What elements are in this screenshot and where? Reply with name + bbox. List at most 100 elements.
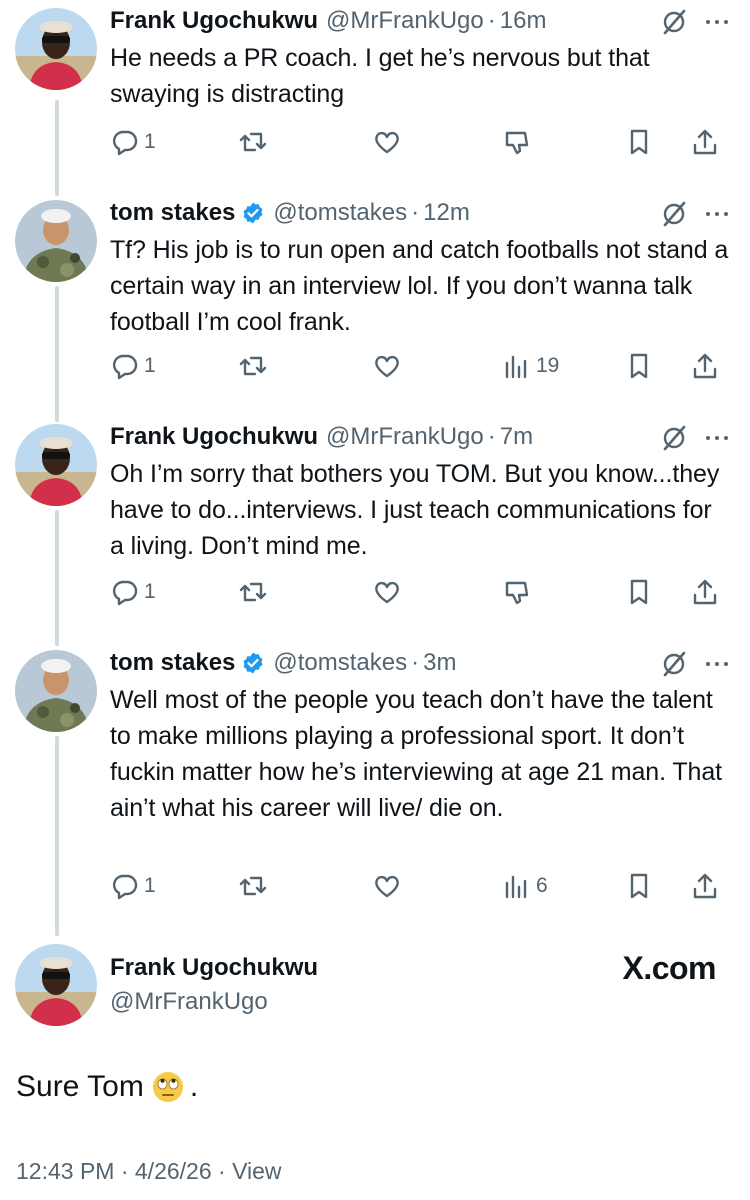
author-handle[interactable]: @MrFrankUgo xyxy=(326,423,484,451)
thread-line xyxy=(55,510,59,646)
avatar[interactable] xyxy=(15,200,97,282)
avatar[interactable] xyxy=(15,424,97,506)
separator-dot: · xyxy=(411,649,420,676)
views-count: 19 xyxy=(536,354,560,377)
more-icon[interactable] xyxy=(702,426,732,450)
share-button[interactable] xyxy=(690,346,720,386)
bookmark-button[interactable] xyxy=(624,346,654,386)
author-name[interactable]: tom stakes xyxy=(110,649,235,677)
repost-icon xyxy=(239,876,267,896)
repost-button[interactable] xyxy=(238,122,268,162)
reply-button[interactable]: 1 xyxy=(110,572,156,612)
reply-count: 1 xyxy=(144,354,156,377)
grok-icon[interactable] xyxy=(660,650,688,678)
share-icon xyxy=(693,873,717,899)
avatar[interactable] xyxy=(15,650,97,732)
tweet-text-tail: . xyxy=(189,1070,199,1103)
like-button[interactable] xyxy=(372,122,402,162)
heart-icon xyxy=(375,131,399,154)
tweet-time[interactable]: 12m xyxy=(423,199,470,227)
like-button[interactable] xyxy=(372,572,402,612)
share-icon xyxy=(693,353,717,379)
action-bar: 1 19 xyxy=(110,346,732,386)
grok-icon[interactable] xyxy=(660,8,688,36)
thread-line xyxy=(55,286,59,422)
action-bar: 1 6 xyxy=(110,866,732,906)
action-bar: 1 xyxy=(110,572,732,612)
views-icon xyxy=(505,875,527,899)
action-bar: 1 xyxy=(110,122,732,162)
repost-button[interactable] xyxy=(238,866,268,906)
reply-icon xyxy=(112,354,138,380)
views-button[interactable]: 6 xyxy=(502,866,548,906)
tweet-text: He needs a PR coach. I get he’s nervous … xyxy=(110,44,650,108)
repost-button[interactable] xyxy=(238,346,268,386)
bookmark-icon xyxy=(630,579,648,605)
author-name[interactable]: Frank Ugochukwu xyxy=(110,7,318,35)
reply-count: 1 xyxy=(144,580,156,603)
bookmark-icon xyxy=(630,129,648,155)
downvote-button[interactable] xyxy=(502,572,532,612)
reply-count: 1 xyxy=(144,130,156,153)
verified-badge-icon xyxy=(243,652,263,674)
tweet-text: Well most of the people you teach don’t … xyxy=(110,686,722,822)
rolling-eyes-emoji-icon xyxy=(152,1072,183,1102)
verified-badge-icon xyxy=(243,202,263,224)
x-logo: X.com xyxy=(622,950,716,986)
grok-icon[interactable] xyxy=(660,200,688,228)
tweet-time[interactable]: 16m xyxy=(500,7,547,35)
views-icon xyxy=(505,355,527,379)
more-icon[interactable] xyxy=(702,202,732,226)
tweet-text: Tf? His job is to run open and catch foo… xyxy=(110,236,729,336)
avatar[interactable] xyxy=(15,8,97,90)
bookmark-button[interactable] xyxy=(624,122,654,162)
tweet-time[interactable]: 3m xyxy=(423,649,456,677)
tweet-text: Sure Tom . xyxy=(16,1070,198,1104)
separator-dot: · xyxy=(487,423,496,450)
like-button[interactable] xyxy=(372,866,402,906)
author-handle[interactable]: @MrFrankUgo xyxy=(326,7,484,35)
heart-icon xyxy=(375,581,399,604)
reply-button[interactable]: 1 xyxy=(110,866,156,906)
reply-icon xyxy=(112,130,138,156)
more-icon[interactable] xyxy=(702,10,732,34)
like-button[interactable] xyxy=(372,346,402,386)
repost-icon xyxy=(239,582,267,602)
reply-button[interactable]: 1 xyxy=(110,122,156,162)
downvote-button[interactable] xyxy=(502,122,532,162)
author-handle[interactable]: @MrFrankUgo xyxy=(110,988,268,1016)
author-name[interactable]: Frank Ugochukwu xyxy=(110,954,318,982)
thread-line xyxy=(55,736,59,936)
grok-icon[interactable] xyxy=(660,424,688,452)
reply-button[interactable]: 1 xyxy=(110,346,156,386)
heart-icon xyxy=(375,355,399,378)
reply-icon xyxy=(112,580,138,606)
views-button[interactable]: 19 xyxy=(502,346,559,386)
tweet-text: Oh I’m sorry that bothers you TOM. But y… xyxy=(110,460,720,560)
author-name[interactable]: Frank Ugochukwu xyxy=(110,423,318,451)
bookmark-icon xyxy=(630,873,648,899)
author-handle[interactable]: @tomstakes xyxy=(273,199,407,227)
avatar[interactable] xyxy=(15,944,97,1026)
share-button[interactable] xyxy=(690,572,720,612)
tweet-meta[interactable]: 12:43 PM · 4/26/26 · View xyxy=(16,1158,282,1185)
downvote-icon xyxy=(505,131,529,155)
repost-icon xyxy=(239,132,267,152)
repost-button[interactable] xyxy=(238,572,268,612)
bookmark-button[interactable] xyxy=(624,572,654,612)
author-name[interactable]: tom stakes xyxy=(110,199,235,227)
repost-icon xyxy=(239,356,267,376)
heart-icon xyxy=(375,875,399,898)
more-icon[interactable] xyxy=(702,652,732,676)
tweet-time[interactable]: 7m xyxy=(500,423,533,451)
share-icon xyxy=(693,129,717,155)
bookmark-icon xyxy=(630,353,648,379)
share-button[interactable] xyxy=(690,866,720,906)
tweet-text-main: Sure Tom xyxy=(16,1070,144,1103)
bookmark-button[interactable] xyxy=(624,866,654,906)
views-count: 6 xyxy=(536,874,548,897)
downvote-icon xyxy=(505,581,529,605)
separator-dot: · xyxy=(487,7,496,34)
share-button[interactable] xyxy=(690,122,720,162)
author-handle[interactable]: @tomstakes xyxy=(273,649,407,677)
